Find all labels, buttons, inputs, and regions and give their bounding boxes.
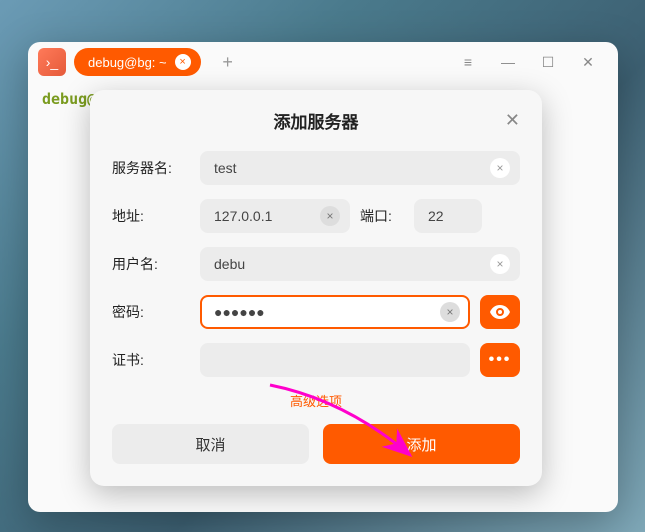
- maximize-button[interactable]: ☐: [528, 47, 568, 77]
- titlebar: ›_ debug@bg: ~ × + ≡ — ☐ ✕: [28, 42, 618, 82]
- tab-close-button[interactable]: ×: [175, 54, 191, 70]
- close-button[interactable]: ✕: [568, 47, 608, 77]
- certificate-input[interactable]: [200, 343, 470, 377]
- dialog-close-button[interactable]: ✕: [505, 110, 520, 131]
- window-controls: ≡ — ☐ ✕: [448, 47, 608, 77]
- username-input[interactable]: debu ×: [200, 247, 520, 281]
- username-label: 用户名:: [112, 254, 190, 274]
- minimize-button[interactable]: —: [488, 47, 528, 77]
- clear-address-button[interactable]: ×: [320, 206, 340, 226]
- advanced-options-link[interactable]: 高级选项: [112, 391, 520, 410]
- password-input[interactable]: ●●●●●● ×: [200, 295, 470, 329]
- app-icon: ›_: [38, 48, 66, 76]
- tab-label: debug@bg: ~: [88, 55, 167, 70]
- add-button[interactable]: 添加: [323, 424, 520, 464]
- password-label: 密码:: [112, 302, 190, 322]
- username-value: debu: [214, 256, 490, 272]
- address-value: 127.0.0.1: [214, 208, 320, 224]
- address-label: 地址:: [112, 206, 190, 226]
- server-name-input[interactable]: test ×: [200, 151, 520, 185]
- server-name-value: test: [214, 160, 490, 176]
- clear-password-button[interactable]: ×: [440, 302, 460, 322]
- ellipsis-icon: •••: [489, 351, 512, 369]
- cancel-button[interactable]: 取消: [112, 424, 309, 464]
- add-server-dialog: 添加服务器 ✕ 服务器名: test × 地址: 127.0.0.1 × 端口:…: [90, 90, 542, 486]
- port-value: 22: [428, 208, 472, 224]
- dialog-title: 添加服务器: [274, 108, 359, 133]
- clear-username-button[interactable]: ×: [490, 254, 510, 274]
- tab-active[interactable]: debug@bg: ~ ×: [74, 48, 201, 76]
- terminal-icon: ›_: [46, 54, 58, 70]
- show-password-button[interactable]: [480, 295, 520, 329]
- address-input[interactable]: 127.0.0.1 ×: [200, 199, 350, 233]
- new-tab-button[interactable]: +: [215, 49, 241, 75]
- menu-button[interactable]: ≡: [448, 47, 488, 77]
- port-label: 端口:: [360, 206, 404, 226]
- server-name-label: 服务器名:: [112, 158, 190, 178]
- prompt-text: debug@: [42, 90, 96, 108]
- clear-server-button[interactable]: ×: [490, 158, 510, 178]
- eye-icon: [490, 305, 510, 319]
- certificate-label: 证书:: [112, 350, 190, 370]
- browse-certificate-button[interactable]: •••: [480, 343, 520, 377]
- password-value: ●●●●●●: [214, 304, 440, 320]
- port-input[interactable]: 22: [414, 199, 482, 233]
